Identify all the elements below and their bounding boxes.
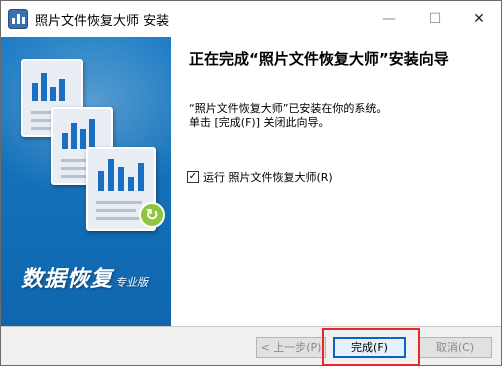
run-app-checkbox[interactable]: ✓ xyxy=(187,171,199,183)
back-button[interactable]: < 上一步(P) xyxy=(256,337,326,358)
brand-text: 数据恢复 专业版 xyxy=(21,261,148,293)
run-app-option[interactable]: ✓ 运行 照片文件恢复大师(R) xyxy=(187,169,333,185)
cancel-button[interactable]: 取消(C) xyxy=(418,337,492,358)
window-title: 照片文件恢复大师 安装 xyxy=(35,14,170,29)
refresh-icon: ↻ xyxy=(139,202,165,228)
button-bar: < 上一步(P) 完成(F) 取消(C) xyxy=(1,326,501,365)
description-line-1: “照片文件恢复大师”已安装在你的系统。 xyxy=(189,102,388,115)
completion-description: “照片文件恢复大师”已安装在你的系统。 单击 [完成(F)] 关闭此向导。 xyxy=(189,102,387,130)
completion-heading: 正在完成“照片文件恢复大师”安装向导 xyxy=(189,50,449,68)
description-line-2: 单击 [完成(F)] 关闭此向导。 xyxy=(189,116,330,129)
brand-sub: 专业版 xyxy=(115,276,149,289)
close-button[interactable]: ✕ xyxy=(465,7,493,31)
installer-window: 照片文件恢复大师 安装 — ☐ ✕ ↻ 数据恢复 专业版 正在完成“照片文件恢复… xyxy=(0,0,502,366)
wizard-banner: ↻ 数据恢复 专业版 xyxy=(1,37,171,326)
title-bar[interactable]: 照片文件恢复大师 安装 — ☐ ✕ xyxy=(1,1,501,37)
maximize-button[interactable]: ☐ xyxy=(421,7,449,31)
finish-button[interactable]: 完成(F) xyxy=(333,337,406,358)
run-app-label[interactable]: 运行 照片文件恢复大师(R) xyxy=(203,169,333,185)
app-chart-icon xyxy=(8,9,28,29)
brand-main: 数据恢复 xyxy=(21,267,114,292)
minimize-button[interactable]: — xyxy=(375,7,403,31)
